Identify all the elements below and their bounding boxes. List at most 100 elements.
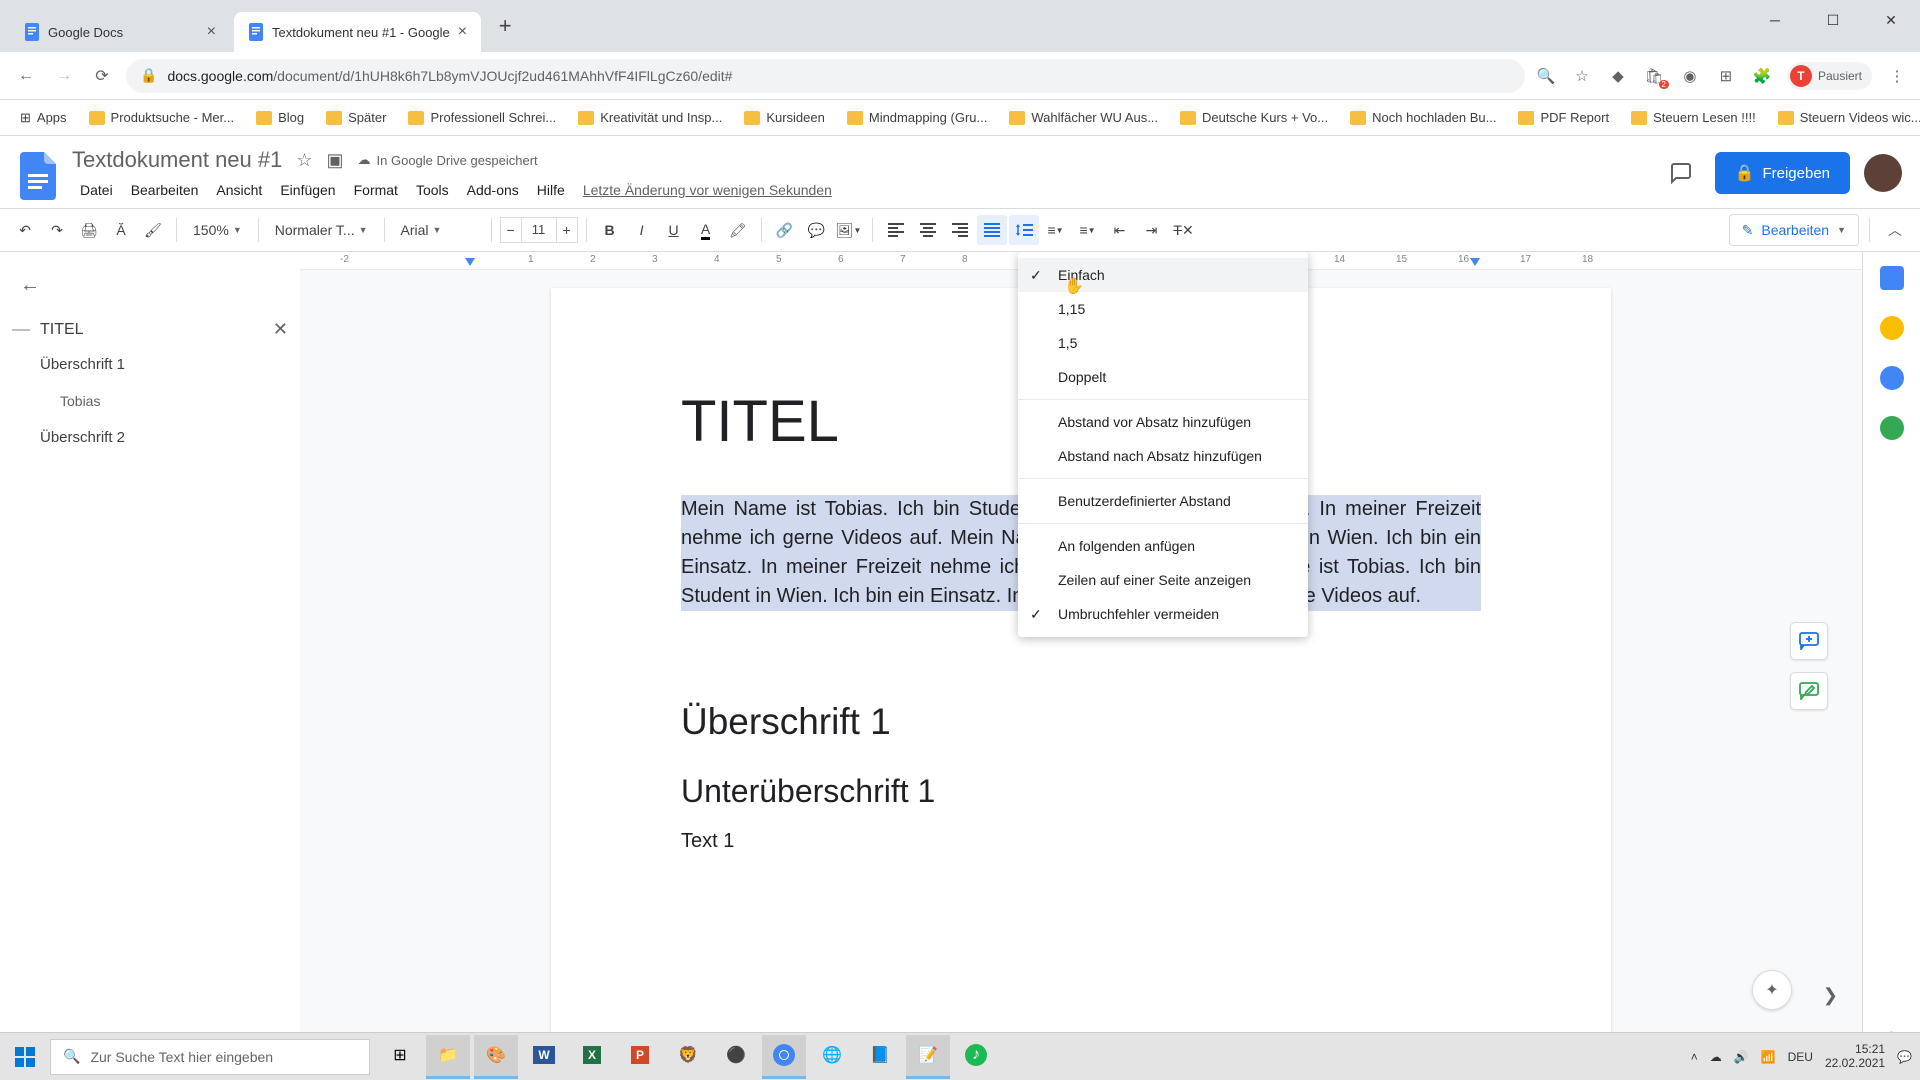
task-view-button[interactable]: ⊞ [378, 1035, 422, 1079]
minimize-button[interactable]: ─ [1746, 0, 1804, 40]
comments-icon[interactable] [1661, 153, 1701, 193]
taskbar-app-edge[interactable]: 🌐 [810, 1035, 854, 1079]
taskbar-app-powerpoint[interactable]: P [618, 1035, 662, 1079]
document-title[interactable]: Textdokument neu #1 [72, 147, 282, 173]
save-status[interactable]: ☁In Google Drive gespeichert [358, 152, 538, 168]
taskbar-app-brave[interactable]: 🦁 [666, 1035, 710, 1079]
align-justify-button[interactable] [977, 215, 1007, 245]
add-comment-button[interactable] [1790, 622, 1828, 660]
taskbar-app-paint[interactable]: 🎨 [474, 1035, 518, 1079]
bookmark-item[interactable]: PDF Report [1510, 106, 1617, 129]
menu-format[interactable]: Format [346, 178, 406, 202]
extension-icon[interactable]: ◆ [1607, 65, 1629, 87]
taskbar-search[interactable]: 🔍 Zur Suche Text hier eingeben [50, 1039, 370, 1075]
extensions-menu-icon[interactable]: 🧩 [1751, 65, 1773, 87]
close-icon[interactable]: ✕ [273, 319, 288, 340]
text-color-button[interactable]: A [691, 215, 721, 245]
tray-volume-icon[interactable]: 🔊 [1734, 1050, 1749, 1064]
forward-button[interactable]: → [50, 62, 78, 90]
bookmark-item[interactable]: Später [318, 106, 394, 129]
keep-icon[interactable] [1880, 316, 1904, 340]
browser-tab-2[interactable]: Textdokument neu #1 - Google × [234, 12, 481, 52]
extension-icon[interactable]: ⊞ [1715, 65, 1737, 87]
suggest-edit-button[interactable] [1790, 672, 1828, 710]
url-input[interactable]: 🔒 docs.google.com/document/d/1hUH8k6h7Lb… [126, 59, 1525, 93]
outline-item[interactable]: Überschrift 1 [12, 346, 288, 383]
print-button[interactable]: 🖨 [74, 215, 104, 245]
align-right-button[interactable] [945, 215, 975, 245]
menu-item-15[interactable]: 1,5 [1018, 326, 1308, 360]
taskbar-app-word[interactable]: W [522, 1035, 566, 1079]
extension-icon[interactable]: ◉ [1679, 65, 1701, 87]
bookmark-item[interactable]: Produktsuche - Mer... [81, 106, 243, 129]
taskbar-app-chrome[interactable] [762, 1035, 806, 1079]
underline-button[interactable]: U [659, 215, 689, 245]
menu-tools[interactable]: Tools [408, 178, 457, 202]
menu-edit[interactable]: Bearbeiten [123, 178, 207, 202]
explore-button[interactable]: ✦ [1752, 970, 1792, 1010]
redo-button[interactable]: ↷ [42, 215, 72, 245]
menu-help[interactable]: Hilfe [529, 178, 573, 202]
menu-item-space-after[interactable]: Abstand nach Absatz hinzufügen [1018, 439, 1308, 473]
outline-back-button[interactable]: ← [12, 270, 288, 301]
italic-button[interactable]: I [627, 215, 657, 245]
undo-button[interactable]: ↶ [10, 215, 40, 245]
tray-language[interactable]: DEU [1788, 1050, 1813, 1064]
start-button[interactable] [0, 1033, 50, 1080]
increase-indent-button[interactable]: ⇥ [1137, 215, 1167, 245]
bookmark-item[interactable]: Kursideen [736, 106, 833, 129]
menu-view[interactable]: Ansicht [208, 178, 270, 202]
document-heading-1[interactable]: Überschrift 1 [681, 701, 1481, 743]
docs-logo[interactable] [18, 150, 58, 202]
menu-item-115[interactable]: 1,15 [1018, 292, 1308, 326]
tray-expand-icon[interactable]: ˄ [1691, 1050, 1698, 1064]
decrease-indent-button[interactable]: ⇤ [1105, 215, 1135, 245]
extension-icon[interactable]: 🛍2 [1643, 65, 1665, 87]
menu-addons[interactable]: Add-ons [459, 178, 527, 202]
clear-formatting-button[interactable]: T✕ [1169, 215, 1199, 245]
bold-button[interactable]: B [595, 215, 625, 245]
zoom-icon[interactable]: 🔍 [1535, 65, 1557, 87]
numbered-list-button[interactable]: ≡▼ [1041, 215, 1071, 245]
insert-image-button[interactable]: 🖼▼ [834, 215, 864, 245]
menu-icon[interactable]: ⋮ [1886, 65, 1908, 87]
profile-paused-badge[interactable]: T Pausiert [1787, 62, 1872, 90]
close-window-button[interactable]: ✕ [1862, 0, 1920, 40]
taskbar-app-obs[interactable]: ⚫ [714, 1035, 758, 1079]
star-icon[interactable]: ☆ [1571, 65, 1593, 87]
menu-item-keep-with-next[interactable]: An folgenden anfügen [1018, 529, 1308, 563]
bookmark-item[interactable]: Mindmapping (Gru... [839, 106, 996, 129]
spellcheck-button[interactable]: Ă [106, 215, 136, 245]
browser-tab-1[interactable]: Google Docs × [10, 12, 230, 52]
close-icon[interactable]: × [207, 23, 216, 41]
apps-shortcut[interactable]: ⊞Apps [12, 106, 75, 130]
font-select[interactable]: Arial▼ [393, 215, 483, 245]
maps-icon[interactable] [1880, 416, 1904, 440]
menu-insert[interactable]: Einfügen [272, 178, 343, 202]
bookmark-item[interactable]: Noch hochladen Bu... [1342, 106, 1504, 129]
tray-wifi-icon[interactable]: 📶 [1761, 1050, 1776, 1064]
document-text[interactable]: Text 1 [681, 830, 1481, 853]
move-to-drive-icon[interactable]: ▣ [327, 150, 344, 171]
bookmark-item[interactable]: Blog [248, 106, 312, 129]
zoom-select[interactable]: 150%▼ [185, 215, 250, 245]
bookmark-item[interactable]: Professionell Schrei... [400, 106, 564, 129]
taskbar-app-excel[interactable]: X [570, 1035, 614, 1079]
taskbar-app[interactable]: 📘 [858, 1035, 902, 1079]
insert-comment-button[interactable]: 💬 [802, 215, 832, 245]
tasks-icon[interactable] [1880, 366, 1904, 390]
font-size-value[interactable]: 11 [522, 217, 556, 243]
insert-link-button[interactable]: 🔗 [770, 215, 800, 245]
menu-item-single[interactable]: ✓ Einfach ✋ [1018, 258, 1308, 292]
tray-notifications-icon[interactable]: 💬 [1897, 1050, 1912, 1064]
new-tab-button[interactable]: + [489, 10, 521, 42]
align-left-button[interactable] [881, 215, 911, 245]
edit-mode-select[interactable]: ✎ Bearbeiten ▼ [1729, 214, 1859, 246]
menu-item-prevent-break[interactable]: ✓ Umbruchfehler vermeiden [1018, 597, 1308, 631]
tray-onedrive-icon[interactable]: ☁ [1710, 1050, 1722, 1064]
share-button[interactable]: 🔒 Freigeben [1715, 152, 1850, 194]
indent-marker[interactable] [465, 258, 475, 266]
reload-button[interactable]: ⟳ [88, 62, 116, 90]
menu-item-space-before[interactable]: Abstand vor Absatz hinzufügen [1018, 405, 1308, 439]
menu-item-double[interactable]: Doppelt [1018, 360, 1308, 394]
